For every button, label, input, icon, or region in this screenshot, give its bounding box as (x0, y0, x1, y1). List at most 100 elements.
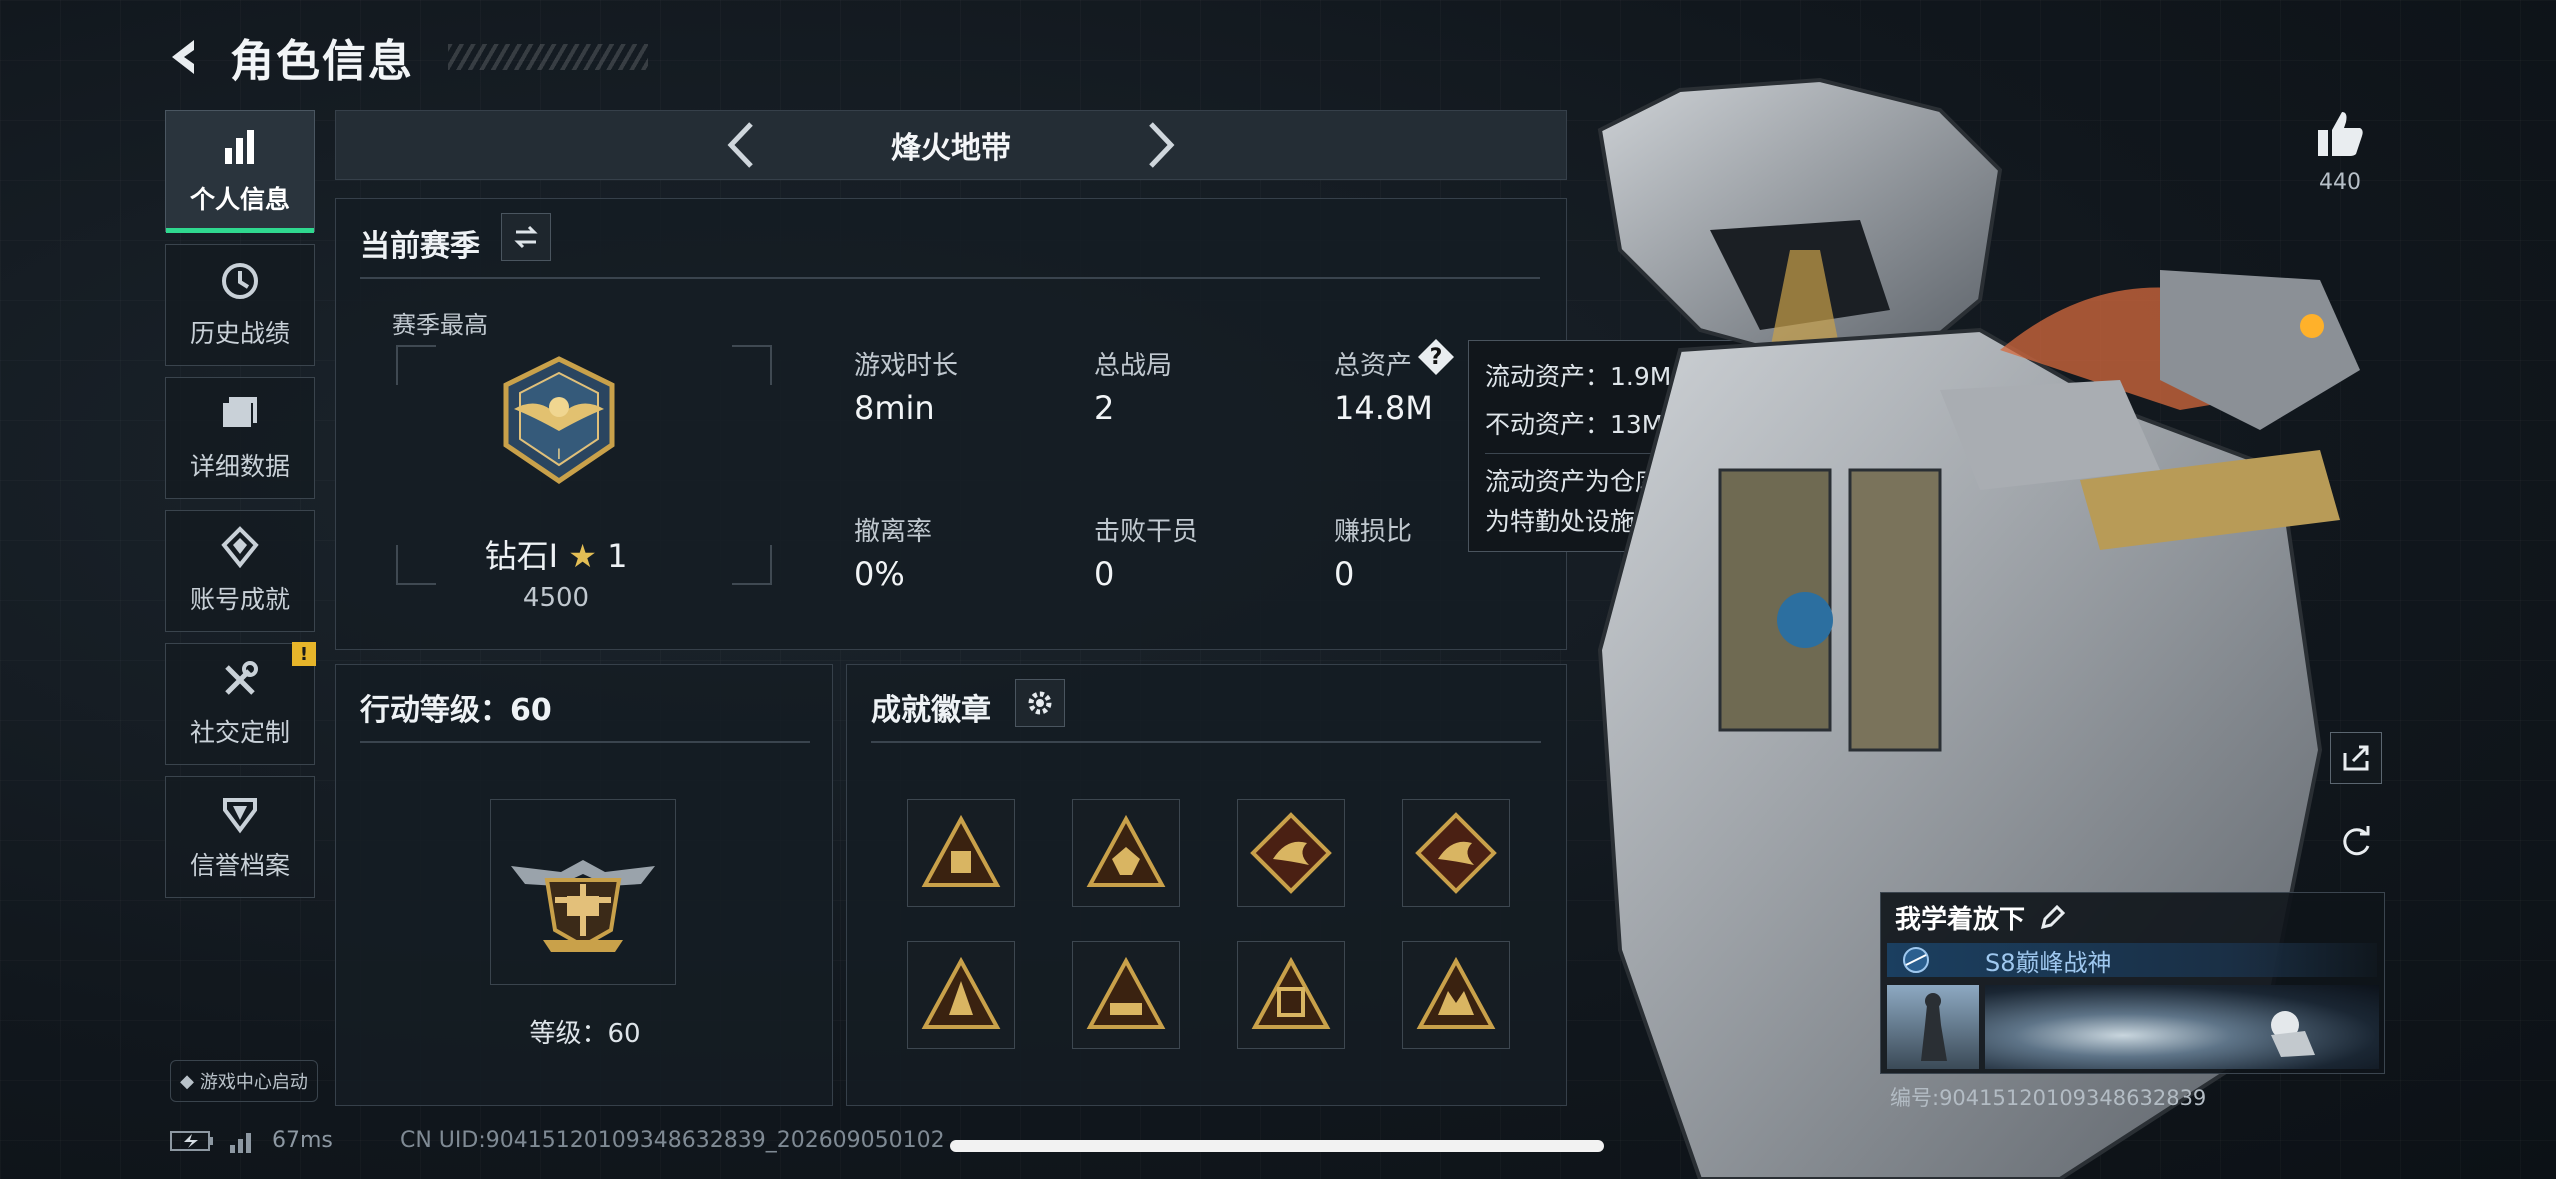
stat-label: 击败干员 (1094, 517, 1199, 547)
achievement-icon (221, 526, 259, 568)
triangle-badge-icon (1086, 956, 1166, 1029)
ping-value: 67ms (272, 1128, 333, 1153)
avatar-frame (1887, 985, 1979, 1069)
achievement-badge[interactable] (1402, 941, 1510, 1049)
card-banner-image (1985, 985, 2379, 1069)
help-icon[interactable]: ? (1418, 339, 1454, 375)
season-switch-button[interactable] (501, 213, 551, 261)
header: 角色信息 (160, 22, 648, 92)
dragon-badge-icon (1250, 812, 1332, 894)
beta-badge-icon (1086, 814, 1166, 887)
rank-name: 钻石I (484, 537, 559, 575)
rank-stars: 1 (607, 537, 628, 575)
home-indicator[interactable] (950, 1140, 1604, 1152)
uid-text: CN UID:9041512010934863283​9_20260905010… (400, 1128, 945, 1153)
diamond-rank-emblem: I (503, 356, 615, 485)
season-title: 当前赛季 (360, 229, 480, 264)
sidebar-item-details[interactable]: 详细数据 (165, 377, 315, 499)
title-badge: S8巅峰战神 (1887, 943, 2377, 977)
svg-text:I: I (557, 447, 561, 463)
season-panel: 当前赛季 赛季最高 I 钻石I ★ 1 4500 游戏时长 8min 总战局 2… (335, 198, 1567, 650)
sidebar-item-achievements[interactable]: 账号成就 (165, 510, 315, 632)
level-panel: 行动等级：60 等级：60 (335, 664, 833, 1106)
divider (360, 277, 1540, 279)
astronaut-icon (2271, 1011, 2315, 1057)
achievement-badge[interactable] (1072, 799, 1180, 907)
achievement-badge[interactable] (1237, 799, 1345, 907)
stat-value: 0 (1334, 555, 1355, 593)
triangle-badge-icon (921, 814, 1001, 887)
history-clock-icon (222, 263, 258, 299)
page-title: 角色信息 (230, 36, 414, 87)
achievement-badge[interactable] (1402, 799, 1510, 907)
dragon-badge-icon (1415, 812, 1497, 894)
refresh-icon (2343, 826, 2370, 856)
rotate-button[interactable] (2330, 816, 2382, 868)
stat-value: 14.8M (1334, 389, 1433, 427)
achievement-badge[interactable] (1237, 941, 1345, 1049)
player-card[interactable]: 我学着放下 S8巅峰战神 (1880, 892, 2385, 1074)
frame-corner (396, 345, 436, 385)
sidebar-item-label: 账号成就 (189, 585, 290, 614)
sidebar-item-label: 信誉档案 (189, 851, 290, 880)
level-emblem-frame (490, 799, 676, 985)
achievement-badge[interactable] (1072, 941, 1180, 1049)
folder-icon (223, 397, 257, 427)
level-title: 行动等级：60 (360, 693, 552, 728)
achievement-badge[interactable] (907, 799, 1015, 907)
chevron-left-icon[interactable] (721, 118, 761, 172)
sidebar-item-social[interactable]: 社交定制 ! (165, 642, 316, 765)
stat-value: 0% (854, 555, 905, 593)
achievement-badge[interactable] (907, 941, 1015, 1049)
title-badge-text: S8巅峰战神 (1985, 948, 2112, 977)
season-best-label: 赛季最高 (392, 311, 488, 339)
mode-name: 烽火地带 (891, 131, 1011, 166)
frame-corner (732, 345, 772, 385)
star-icon: ★ (568, 537, 597, 575)
chevron-right-icon[interactable] (1141, 118, 1181, 172)
stat-label: 游戏时长 (854, 351, 959, 381)
game-center-launch-chip[interactable]: ◆ 游戏中心启动 (170, 1060, 318, 1102)
stat-label: 总资产 (1334, 351, 1413, 381)
thumbs-up-icon[interactable] (2312, 106, 2368, 162)
stat-label: 赚损比 (1334, 517, 1413, 547)
sidebar-item-label: 历史战绩 (189, 319, 290, 348)
sidebar-item-label: 详细数据 (189, 452, 290, 481)
avatar-silhouette-icon (1921, 993, 1947, 1061)
divider (871, 741, 1541, 743)
sidebar-item-history[interactable]: 历史战绩 (165, 244, 315, 366)
divider (360, 741, 810, 743)
like-count: 440 (2319, 170, 2361, 195)
card-name-row: 我学着放下 (1895, 899, 2066, 936)
sidebar-item-label: 个人信息 (189, 185, 290, 214)
tools-icon (225, 661, 258, 695)
user-icon: ◆ (180, 1070, 194, 1092)
back-button[interactable] (160, 32, 210, 82)
launch-label: 游戏中心启动 (199, 1072, 308, 1093)
status-bar: 67ms (170, 1128, 333, 1153)
share-icon (2343, 745, 2369, 771)
stat-label: 撤离率 (854, 517, 933, 547)
edit-pencil-icon[interactable] (2039, 904, 2066, 931)
signal-icon (230, 1132, 251, 1153)
stat-value: 8min (854, 389, 935, 427)
globe-icon (1903, 947, 1929, 973)
triangle-badge-icon (1251, 956, 1331, 1029)
helicopter-emblem-icon (511, 860, 655, 952)
sidebar-item-label: 社交定制 (189, 718, 290, 747)
badge-settings-button[interactable] (1015, 679, 1065, 727)
gear-icon (1028, 691, 1052, 715)
stat-value: 0 (1094, 555, 1115, 593)
sidebar-item-personal-info[interactable]: 个人信息 (165, 110, 315, 233)
rank-points: 4500 (522, 583, 590, 613)
share-button[interactable] (2330, 732, 2382, 784)
triangle-badge-icon (921, 956, 1001, 1029)
triangle-badge-icon (1416, 956, 1496, 1029)
back-arrow-icon (172, 40, 194, 74)
stat-value: 2 (1094, 389, 1115, 427)
sidebar-item-reputation[interactable]: 信誉档案 (165, 776, 315, 898)
level-text: 等级：60 (529, 1019, 641, 1049)
frame-corner (732, 545, 772, 585)
rank-name-row: 钻石I ★ 1 (406, 531, 706, 577)
swap-icon (514, 225, 538, 249)
